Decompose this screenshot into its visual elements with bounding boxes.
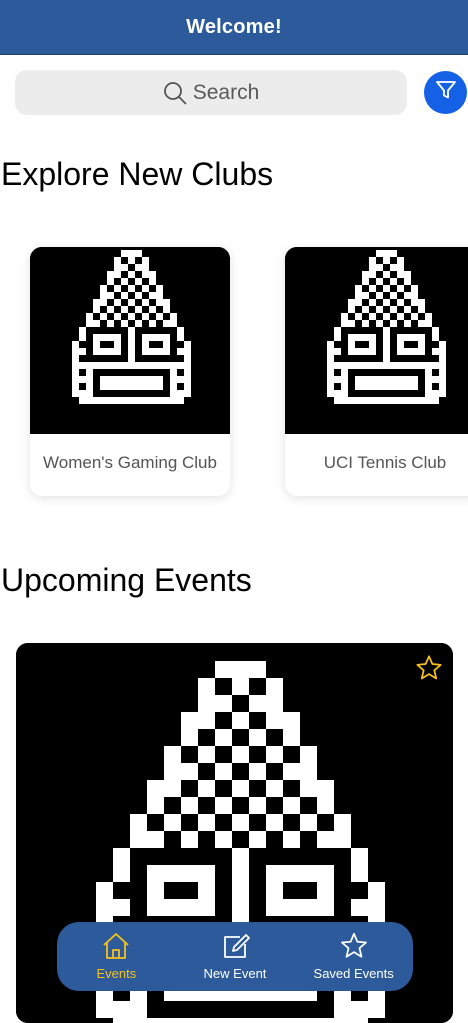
club-card[interactable]: UCI Tennis Club — [285, 247, 468, 496]
page-title: Welcome! — [186, 15, 282, 38]
nav-item-events[interactable]: Events — [61, 927, 171, 987]
edit-icon — [220, 932, 250, 963]
home-icon — [101, 932, 131, 963]
events-section-title: Upcoming Events — [1, 562, 252, 598]
club-name: Women's Gaming Club — [43, 453, 217, 472]
club-name: UCI Tennis Club — [323, 453, 447, 472]
search-placeholder: Search — [192, 80, 260, 104]
filter-button[interactable] — [424, 71, 467, 114]
club-card[interactable]: Women's Gaming Club — [30, 247, 230, 496]
app-header: Welcome! — [0, 0, 468, 55]
clubs-section-title: Explore New Clubs — [1, 156, 274, 192]
star-outline-icon — [415, 655, 443, 686]
search-icon — [163, 81, 187, 105]
club-image — [30, 247, 230, 434]
filter-icon — [434, 78, 458, 107]
nav-item-saved-events[interactable]: Saved Events — [299, 927, 409, 987]
save-event-button[interactable] — [415, 654, 443, 682]
star-icon — [339, 932, 369, 963]
bottom-navigation: Events New Event Saved Events — [57, 922, 413, 991]
nav-item-new-event[interactable]: New Event — [180, 927, 290, 987]
nav-label-new-event: New Event — [203, 966, 267, 981]
nav-label-saved-events: Saved Events — [313, 966, 394, 981]
club-image — [285, 247, 468, 434]
search-input[interactable]: Search — [15, 70, 407, 115]
nav-label-events: Events — [96, 966, 137, 981]
